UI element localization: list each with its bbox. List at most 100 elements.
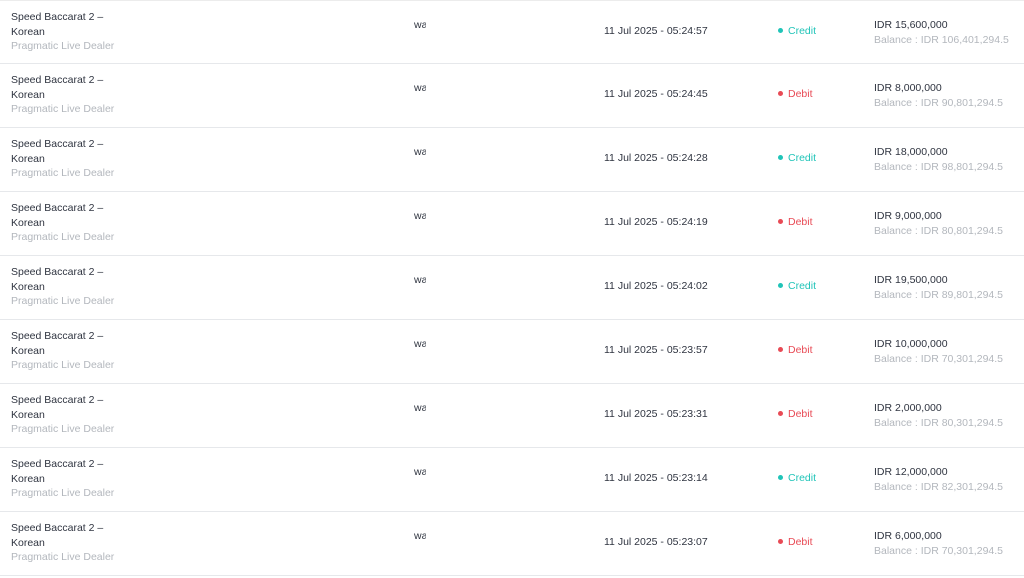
table-row[interactable]: Speed Baccarat 2 – Korean Pragmatic Live…	[0, 0, 1024, 64]
game-cell: Speed Baccarat 2 – Korean Pragmatic Live…	[11, 73, 121, 117]
amount-cell: IDR 18,000,000 Balance : IDR 98,801,294.…	[874, 145, 1003, 174]
transaction-datetime: 11 Jul 2025 - 05:23:57	[604, 344, 708, 356]
transaction-type-badge: Debit	[778, 216, 813, 228]
transaction-table: Speed Baccarat 2 – Korean Pragmatic Live…	[0, 0, 1024, 576]
transaction-type-badge: Debit	[778, 536, 813, 548]
game-provider: Pragmatic Live Dealer	[11, 487, 115, 499]
status-dot-icon	[778, 346, 783, 352]
transaction-amount: IDR 10,000,000	[874, 338, 948, 350]
transaction-amount: IDR 9,000,000	[874, 210, 942, 222]
transaction-amount: IDR 18,000,000	[874, 146, 948, 158]
table-row[interactable]: Speed Baccarat 2 – Korean Pragmatic Live…	[0, 320, 1024, 384]
table-row[interactable]: Speed Baccarat 2 – Korean Pragmatic Live…	[0, 192, 1024, 256]
status-dot-icon	[778, 90, 783, 96]
running-balance: Balance : IDR 70,301,294.5	[874, 544, 1004, 557]
username-cell: wa	[414, 402, 426, 414]
game-cell: Speed Baccarat 2 – Korean Pragmatic Live…	[11, 329, 121, 373]
transaction-type-label: Debit	[788, 408, 813, 420]
game-provider: Pragmatic Live Dealer	[11, 167, 115, 179]
table-row[interactable]: Speed Baccarat 2 – Korean Pragmatic Live…	[0, 512, 1024, 576]
transaction-datetime: 11 Jul 2025 - 05:24:02	[604, 280, 708, 292]
transaction-type-badge: Credit	[778, 152, 816, 164]
transaction-amount: IDR 19,500,000	[874, 274, 948, 286]
username-cell: wa	[414, 82, 426, 94]
amount-cell: IDR 9,000,000 Balance : IDR 80,801,294.5	[874, 209, 1003, 238]
transaction-type-badge: Credit	[778, 25, 816, 37]
table-row[interactable]: Speed Baccarat 2 – Korean Pragmatic Live…	[0, 64, 1024, 128]
transaction-amount: IDR 8,000,000	[874, 82, 942, 94]
transaction-type-badge: Debit	[778, 408, 813, 420]
game-cell: Speed Baccarat 2 – Korean Pragmatic Live…	[11, 201, 121, 245]
game-title: Speed Baccarat 2 – Korean	[11, 266, 104, 293]
table-row[interactable]: Speed Baccarat 2 – Korean Pragmatic Live…	[0, 128, 1024, 192]
game-provider: Pragmatic Live Dealer	[11, 40, 115, 52]
status-dot-icon	[778, 154, 783, 160]
status-dot-icon	[778, 410, 783, 416]
game-cell: Speed Baccarat 2 – Korean Pragmatic Live…	[11, 10, 121, 54]
status-dot-icon	[778, 474, 783, 480]
status-dot-icon	[778, 218, 783, 224]
transaction-type-label: Debit	[788, 536, 813, 548]
game-title: Speed Baccarat 2 – Korean	[11, 202, 104, 229]
transaction-datetime: 11 Jul 2025 - 05:23:14	[604, 472, 708, 484]
transaction-type-label: Debit	[788, 216, 813, 228]
game-cell: Speed Baccarat 2 – Korean Pragmatic Live…	[11, 393, 121, 437]
transaction-type-label: Credit	[788, 280, 817, 292]
game-title: Speed Baccarat 2 – Korean	[11, 458, 104, 485]
status-dot-icon	[778, 538, 783, 544]
amount-cell: IDR 2,000,000 Balance : IDR 80,301,294.5	[874, 401, 1003, 430]
table-row[interactable]: Speed Baccarat 2 – Korean Pragmatic Live…	[0, 384, 1024, 448]
username-cell: wa	[414, 274, 426, 286]
game-cell: Speed Baccarat 2 – Korean Pragmatic Live…	[11, 457, 121, 501]
game-provider: Pragmatic Live Dealer	[11, 423, 115, 435]
game-title: Speed Baccarat 2 – Korean	[11, 138, 104, 165]
transaction-type-badge: Debit	[778, 344, 813, 356]
username-cell: wa	[414, 146, 426, 158]
game-title: Speed Baccarat 2 – Korean	[11, 394, 104, 421]
table-row[interactable]: Speed Baccarat 2 – Korean Pragmatic Live…	[0, 448, 1024, 512]
running-balance: Balance : IDR 90,801,294.5	[874, 96, 1004, 109]
amount-cell: IDR 19,500,000 Balance : IDR 89,801,294.…	[874, 273, 1003, 302]
running-balance: Balance : IDR 106,401,294.5	[874, 33, 1009, 46]
game-cell: Speed Baccarat 2 – Korean Pragmatic Live…	[11, 137, 121, 181]
transaction-type-label: Credit	[788, 472, 817, 484]
game-provider: Pragmatic Live Dealer	[11, 295, 115, 307]
running-balance: Balance : IDR 80,301,294.5	[874, 416, 1004, 429]
username-cell: wa	[414, 466, 426, 478]
amount-cell: IDR 6,000,000 Balance : IDR 70,301,294.5	[874, 529, 1003, 558]
transaction-type-label: Debit	[788, 344, 813, 356]
transaction-amount: IDR 6,000,000	[874, 530, 942, 542]
transaction-datetime: 11 Jul 2025 - 05:23:07	[604, 536, 708, 548]
transaction-type-label: Credit	[788, 25, 817, 37]
transaction-datetime: 11 Jul 2025 - 05:24:57	[604, 25, 708, 37]
transaction-datetime: 11 Jul 2025 - 05:24:45	[604, 88, 708, 100]
table-row[interactable]: Speed Baccarat 2 – Korean Pragmatic Live…	[0, 256, 1024, 320]
transaction-amount: IDR 15,600,000	[874, 19, 948, 31]
status-dot-icon	[778, 27, 783, 33]
transaction-type-label: Credit	[788, 152, 817, 164]
running-balance: Balance : IDR 80,801,294.5	[874, 224, 1004, 237]
status-dot-icon	[778, 282, 783, 288]
running-balance: Balance : IDR 89,801,294.5	[874, 288, 1004, 301]
transaction-datetime: 11 Jul 2025 - 05:24:19	[604, 216, 708, 228]
game-provider: Pragmatic Live Dealer	[11, 551, 115, 563]
amount-cell: IDR 15,600,000 Balance : IDR 106,401,294…	[874, 18, 1009, 47]
running-balance: Balance : IDR 98,801,294.5	[874, 160, 1004, 173]
game-provider: Pragmatic Live Dealer	[11, 231, 115, 243]
amount-cell: IDR 12,000,000 Balance : IDR 82,301,294.…	[874, 465, 1003, 494]
running-balance: Balance : IDR 82,301,294.5	[874, 480, 1004, 493]
game-title: Speed Baccarat 2 – Korean	[11, 522, 104, 549]
amount-cell: IDR 8,000,000 Balance : IDR 90,801,294.5	[874, 81, 1003, 110]
game-title: Speed Baccarat 2 – Korean	[11, 11, 104, 38]
game-provider: Pragmatic Live Dealer	[11, 359, 115, 371]
transaction-amount: IDR 12,000,000	[874, 466, 948, 478]
transaction-type-badge: Credit	[778, 472, 816, 484]
transaction-type-badge: Credit	[778, 280, 816, 292]
game-provider: Pragmatic Live Dealer	[11, 103, 115, 115]
username-cell: wa	[414, 210, 426, 222]
game-title: Speed Baccarat 2 – Korean	[11, 74, 104, 101]
amount-cell: IDR 10,000,000 Balance : IDR 70,301,294.…	[874, 337, 1003, 366]
transaction-type-badge: Debit	[778, 88, 813, 100]
game-cell: Speed Baccarat 2 – Korean Pragmatic Live…	[11, 521, 121, 565]
username-cell: wa	[414, 530, 426, 542]
